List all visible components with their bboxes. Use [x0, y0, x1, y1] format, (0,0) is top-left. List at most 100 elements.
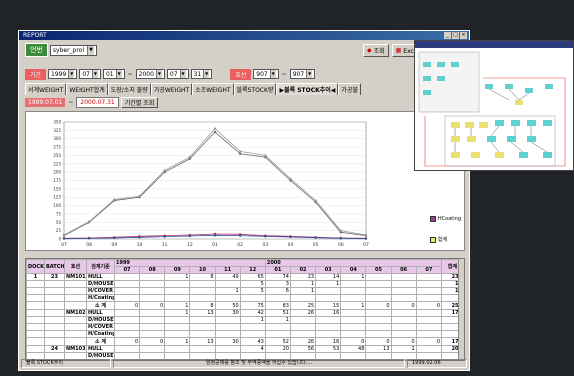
window-title: REPORT	[23, 32, 47, 39]
month-header: 11	[214, 266, 241, 274]
data-point	[314, 199, 317, 202]
x-tick-label: 10	[137, 242, 143, 248]
y-tick-label: 175	[53, 178, 61, 183]
category-select[interactable]: syber_prol ▼	[49, 44, 98, 56]
data-point	[314, 236, 317, 239]
table-row[interactable]: D/HOUSE112	[26, 316, 464, 324]
month-header: 03	[315, 266, 342, 274]
minimize-button[interactable]: _	[444, 32, 451, 39]
month-header: 08	[139, 266, 166, 274]
data-point	[238, 234, 242, 237]
search-icon: ◆	[366, 46, 372, 54]
report-tabs: 서계WEIGHT WEIGHT합계 도장/소지 물량 가공WEIGHT 소조WEIGHT…	[25, 83, 469, 95]
hull-label: 호선	[230, 68, 252, 80]
data-point	[113, 198, 116, 201]
table-row[interactable]: 1 23 NM101 HULL 1 8 49 65 74 23 14 1 235	[26, 273, 464, 281]
status-bar: 블록 STOCK추이 임정공제를 참조 및 무역증액을 하십수 있습니다....…	[21, 359, 467, 368]
status-date: 1999.02.06	[407, 359, 467, 368]
tab-7[interactable]: 가공블	[338, 83, 361, 95]
data-point	[213, 234, 217, 237]
data-point	[339, 237, 343, 240]
data-point	[62, 237, 66, 240]
period-bar: 기간 1999 ▼ 07 ▼ 01 ▼ ~ 2000 ▼ 07 ▼ 31 ▼ 호선 907 ▼…	[25, 68, 465, 80]
data-point	[138, 236, 141, 239]
close-button[interactable]: ×	[460, 32, 467, 39]
table-row[interactable]: H/COVER156113	[26, 287, 464, 295]
from-month-spin[interactable]: 07 ▼	[79, 69, 101, 79]
x-tick-label: 11	[162, 242, 168, 248]
stock-table: DOCK BATCH 호선 검계기준 1999 2000 합계 07 08 09 10 11 12 01 0…	[26, 259, 464, 360]
legend-item-hcoating: HCoating	[429, 216, 461, 222]
x-tick-label: 09	[111, 242, 117, 248]
table-row[interactable]: 소 계 0 0 1 13 30 43 52 26 16 0 0 0 0 179	[26, 337, 464, 346]
period-label: 기간	[25, 68, 47, 80]
excel-icon: ▦	[395, 46, 402, 54]
data-point	[213, 130, 217, 134]
flowchart-diagram	[418, 51, 566, 167]
data-point	[264, 154, 267, 157]
vertical-scrollbar[interactable]	[458, 259, 464, 360]
maximize-button[interactable]: □	[452, 32, 459, 39]
y-tick-label: 200	[53, 170, 61, 175]
tab-3[interactable]: 가공WEIGHT	[150, 83, 193, 95]
month-header: 10	[189, 266, 216, 274]
data-point	[364, 237, 368, 240]
x-tick-label: 03	[262, 242, 268, 248]
y-tick-label: 125	[53, 195, 61, 200]
from-day-spin[interactable]: 01 ▼	[102, 69, 125, 79]
data-point	[188, 155, 192, 159]
from-year-spin[interactable]: 1999 ▼	[48, 69, 78, 79]
y-tick-label: 50	[56, 220, 62, 225]
x-tick-label: 02	[237, 242, 243, 248]
y-tick-label: 350	[53, 120, 61, 125]
col-dock: DOCK	[26, 259, 45, 274]
year-2000: 2000	[264, 259, 443, 267]
tab-5[interactable]: 블록STOCK량	[233, 83, 277, 95]
x-tick-label: 07	[61, 242, 67, 248]
table-row[interactable]: H/COVER0	[26, 323, 464, 331]
table-row[interactable]: H/Coating0	[26, 330, 464, 338]
hull-from-select[interactable]: 907 ▼	[253, 69, 279, 79]
tab-1[interactable]: WEIGHT합계	[66, 83, 108, 95]
col-basis: 검계기준	[86, 259, 115, 274]
tab-2[interactable]: 도장/소지 물량	[107, 83, 151, 95]
period-query-button[interactable]: 기간별 조회	[120, 97, 159, 108]
chart-svg: 0 25 50 75 100 125 150 175 200 225 250 275 300 325 350…	[53, 120, 369, 249]
y-tick-label: 300	[53, 136, 61, 141]
month-header: 09	[164, 266, 191, 274]
table-row[interactable]: NM102 HULL 1 13 30 42 51 26 16 177	[26, 309, 464, 317]
to-day-spin[interactable]: 31 ▼	[190, 69, 213, 79]
to-year-spin[interactable]: 2000 ▼	[135, 69, 165, 79]
col-hull: 호선	[64, 259, 87, 274]
y-tick-label: 75	[56, 211, 62, 216]
tab-0[interactable]: 서계WEIGHT	[25, 83, 67, 95]
month-header: 04	[340, 266, 367, 274]
data-point	[238, 150, 242, 153]
stock-grid[interactable]: DOCK BATCH 호선 검계기준 1999 2000 합계 07 08 09 10 11 12 01 0…	[25, 258, 465, 361]
category-label: 언번	[25, 43, 48, 57]
report-window: REPORT _ □ × 언번 syber_prol ▼ ◆ 조회 ▦ Exce…	[18, 30, 470, 371]
to-month-spin[interactable]: 07 ▼	[166, 69, 189, 79]
hull-to-select[interactable]: 907 ▼	[289, 69, 316, 79]
x-tick-label: 04	[288, 242, 294, 248]
y-tick-label: 225	[53, 161, 61, 166]
table-row[interactable]: 24 NM103 HULL 4 20 56 53 48 13 1 203	[26, 345, 464, 353]
query-button[interactable]: ◆ 조회	[362, 43, 389, 57]
year-1999: 1999	[114, 259, 266, 267]
data-point	[62, 233, 66, 237]
tab-6[interactable]: ▶블록 STOCK추이◀	[276, 83, 339, 95]
table-row[interactable]: H/Coating0	[26, 294, 464, 302]
toolbar: 언번 syber_prol ▼ ◆ 조회 ▦ Excel로 저장 ⎙ 출	[25, 43, 465, 57]
y-tick-label: 275	[53, 145, 61, 150]
y-tick-label: 100	[53, 203, 61, 208]
table-row[interactable]: D/HOUSE531110	[26, 280, 464, 288]
data-point	[163, 235, 166, 238]
data-point	[264, 235, 267, 238]
month-header: 12	[239, 266, 266, 274]
data-point	[163, 169, 166, 172]
table-row[interactable]: 소 계 0 0 1 8 50 75 83 25 15 1 0 0 0 258	[26, 301, 464, 310]
x-tick-label: 12	[187, 242, 193, 248]
data-point	[364, 233, 368, 237]
tab-4[interactable]: 소조WEIGHT	[192, 83, 234, 95]
legend-swatch	[429, 216, 436, 222]
